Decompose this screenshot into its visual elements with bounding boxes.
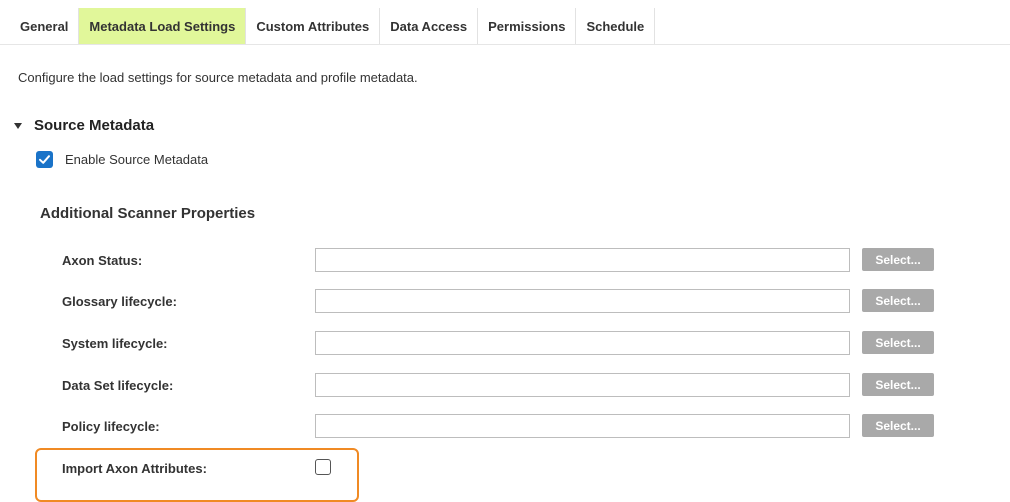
tab-data-access[interactable]: Data Access — [380, 8, 479, 44]
glossary-lifecycle-row: Glossary lifecycle: Select... — [62, 289, 942, 313]
caret-down-icon — [14, 122, 22, 129]
policy-lifecycle-row: Policy lifecycle: Select... — [62, 414, 942, 438]
system-lifecycle-label: System lifecycle: — [62, 336, 168, 351]
tab-custom-attributes[interactable]: Custom Attributes — [246, 8, 381, 44]
section-title: Source Metadata — [34, 117, 155, 134]
axon-status-row: Axon Status: Select... — [62, 248, 942, 272]
data-set-lifecycle-label: Data Set lifecycle: — [62, 378, 174, 393]
scanner-properties-heading: Additional Scanner Properties — [40, 205, 256, 222]
page-description: Configure the load settings for source m… — [18, 70, 418, 85]
policy-lifecycle-input[interactable] — [315, 414, 850, 438]
system-lifecycle-select-button[interactable]: Select... — [862, 331, 934, 354]
policy-lifecycle-select-button[interactable]: Select... — [862, 414, 934, 437]
glossary-lifecycle-input[interactable] — [315, 289, 850, 313]
checkmark-icon — [39, 155, 50, 164]
tab-bar: General Metadata Load Settings Custom At… — [10, 8, 656, 44]
system-lifecycle-row: System lifecycle: Select... — [62, 331, 942, 355]
tab-divider — [0, 44, 1010, 45]
data-set-lifecycle-select-button[interactable]: Select... — [862, 373, 934, 396]
axon-status-select-button[interactable]: Select... — [862, 248, 934, 271]
tab-metadata-load-settings[interactable]: Metadata Load Settings — [79, 8, 247, 44]
tab-general[interactable]: General — [10, 8, 80, 44]
glossary-lifecycle-label: Glossary lifecycle: — [62, 294, 177, 309]
tab-schedule[interactable]: Schedule — [576, 8, 656, 44]
system-lifecycle-input[interactable] — [315, 331, 850, 355]
policy-lifecycle-label: Policy lifecycle: — [62, 419, 160, 434]
source-metadata-section-toggle[interactable]: Source Metadata — [14, 117, 154, 134]
enable-source-metadata-label: Enable Source Metadata — [65, 152, 209, 167]
data-set-lifecycle-input[interactable] — [315, 373, 850, 397]
tab-permissions[interactable]: Permissions — [478, 8, 577, 44]
data-set-lifecycle-row: Data Set lifecycle: Select... — [62, 373, 942, 397]
import-axon-attributes-label: Import Axon Attributes: — [62, 461, 207, 476]
enable-source-metadata-checkbox[interactable] — [36, 151, 53, 168]
glossary-lifecycle-select-button[interactable]: Select... — [862, 289, 934, 312]
import-axon-attributes-checkbox[interactable] — [315, 459, 331, 475]
axon-status-label: Axon Status: — [62, 253, 143, 268]
axon-status-input[interactable] — [315, 248, 850, 272]
enable-source-metadata-row: Enable Source Metadata — [36, 151, 208, 168]
